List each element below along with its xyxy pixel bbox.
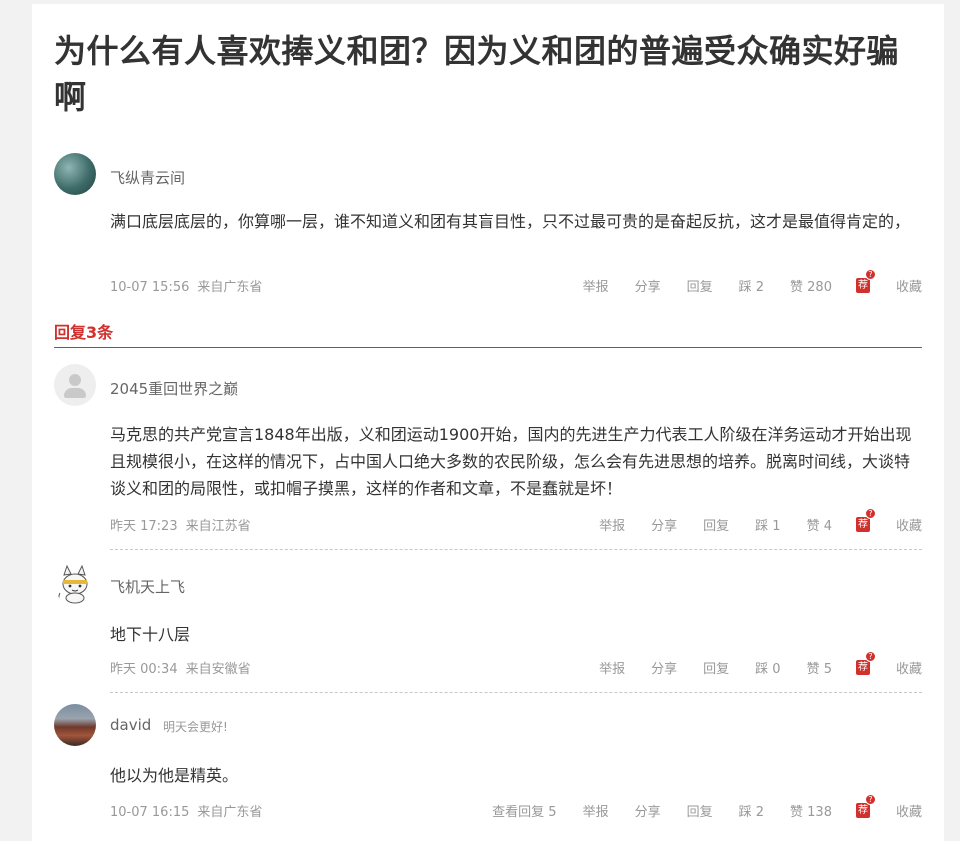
share-button[interactable]: 分享 bbox=[651, 658, 677, 677]
article-card: 为什么有人喜欢捧义和团？因为义和团的普遍受众确实好骗啊 飞纵青云间 满口底层底层… bbox=[32, 4, 944, 841]
reply-button[interactable]: 回复 bbox=[703, 515, 729, 534]
default-avatar-icon[interactable] bbox=[54, 364, 96, 406]
comment-time: 昨天 00:34 bbox=[110, 662, 178, 677]
comment-content: 地下十八层 bbox=[110, 625, 191, 644]
report-button[interactable]: 举报 bbox=[599, 515, 625, 534]
share-button[interactable]: 分享 bbox=[635, 276, 661, 295]
share-button[interactable]: 分享 bbox=[635, 801, 661, 820]
recommend-icon[interactable]: 荐? bbox=[855, 508, 876, 532]
reply-button[interactable]: 回复 bbox=[687, 801, 713, 820]
recommend-icon[interactable]: 荐? bbox=[855, 794, 876, 818]
like-button[interactable]: 赞 4 bbox=[807, 515, 832, 534]
replies-header: 回复3条 bbox=[54, 323, 114, 342]
recommend-icon[interactable]: 荐? bbox=[855, 269, 876, 293]
user-signature: 明天会更好! bbox=[163, 720, 228, 734]
like-button[interactable]: 赞 280 bbox=[790, 276, 832, 295]
reply-divider bbox=[110, 549, 922, 550]
help-icon: ? bbox=[864, 651, 876, 662]
comment-time: 10-07 16:15 bbox=[110, 805, 190, 820]
favorite-button[interactable]: 收藏 bbox=[896, 276, 922, 295]
comment-meta: 昨天 00:34 来自安徽省 举报 分享 回复 踩 0 赞 5 荐? 收藏 bbox=[110, 651, 922, 677]
cartoon-cat-icon bbox=[58, 564, 88, 604]
like-button[interactable]: 赞 138 bbox=[790, 801, 832, 820]
comment-meta: 10-07 15:56 来自广东省 举报 分享 回复 踩 2 赞 280 荐? 收… bbox=[110, 269, 922, 295]
reply-button[interactable]: 回复 bbox=[703, 658, 729, 677]
report-button[interactable]: 举报 bbox=[583, 801, 609, 820]
comment-time: 昨天 17:23 bbox=[110, 519, 178, 534]
recommend-icon[interactable]: 荐? bbox=[855, 651, 876, 675]
avatar[interactable] bbox=[54, 704, 96, 746]
page-title: 为什么有人喜欢捧义和团？因为义和团的普遍受众确实好骗啊 bbox=[54, 32, 900, 116]
comment-location: 来自广东省 bbox=[197, 280, 263, 295]
help-icon: ? bbox=[864, 508, 876, 519]
avatar[interactable] bbox=[54, 153, 96, 195]
recommend-label: 荐 bbox=[857, 280, 868, 291]
comment-content: 马克思的共产党宣言1848年出版，义和团运动1900开始，国内的先进生产力代表工… bbox=[110, 425, 912, 498]
report-button[interactable]: 举报 bbox=[599, 658, 625, 677]
share-button[interactable]: 分享 bbox=[651, 515, 677, 534]
replies-divider bbox=[54, 347, 922, 348]
comment-location: 来自江苏省 bbox=[185, 519, 251, 534]
help-icon: ? bbox=[864, 794, 876, 805]
dislike-button[interactable]: 踩 2 bbox=[739, 801, 764, 820]
help-icon: ? bbox=[864, 269, 876, 280]
comment-location: 来自安徽省 bbox=[185, 662, 251, 677]
comment-meta: 昨天 17:23 来自江苏省 举报 分享 回复 踩 1 赞 4 荐? 收藏 bbox=[110, 508, 922, 534]
reply-button[interactable]: 回复 bbox=[687, 276, 713, 295]
recommend-label: 荐 bbox=[857, 519, 868, 530]
avatar[interactable] bbox=[54, 563, 96, 605]
favorite-button[interactable]: 收藏 bbox=[896, 658, 922, 677]
comment-content: 满口底层底层的，你算哪一层，谁不知道义和团有其盲目性，只不过最可贵的是奋起反抗，… bbox=[110, 212, 911, 231]
comment-location: 来自广东省 bbox=[197, 805, 263, 820]
recommend-label: 荐 bbox=[857, 805, 868, 816]
comment-meta: 10-07 16:15 来自广东省 查看回复 5 举报 分享 回复 踩 2 赞 1… bbox=[110, 794, 922, 820]
username[interactable]: 飞纵青云间 bbox=[110, 167, 185, 188]
dislike-button[interactable]: 踩 1 bbox=[755, 515, 780, 534]
username[interactable]: 飞机天上飞 bbox=[110, 576, 185, 597]
dislike-button[interactable]: 踩 0 bbox=[755, 658, 780, 677]
recommend-label: 荐 bbox=[857, 662, 868, 673]
favorite-button[interactable]: 收藏 bbox=[896, 515, 922, 534]
comment-content: 他以为他是精英。 bbox=[110, 766, 239, 785]
report-button[interactable]: 举报 bbox=[583, 276, 609, 295]
comment-time: 10-07 15:56 bbox=[110, 280, 190, 295]
favorite-button[interactable]: 收藏 bbox=[896, 801, 922, 820]
reply-divider bbox=[110, 692, 922, 693]
like-button[interactable]: 赞 5 bbox=[807, 658, 832, 677]
username[interactable]: david bbox=[110, 716, 151, 734]
view-replies-button[interactable]: 查看回复 5 bbox=[492, 801, 556, 820]
username[interactable]: 2045重回世界之巅 bbox=[110, 378, 238, 399]
dislike-button[interactable]: 踩 2 bbox=[739, 276, 764, 295]
